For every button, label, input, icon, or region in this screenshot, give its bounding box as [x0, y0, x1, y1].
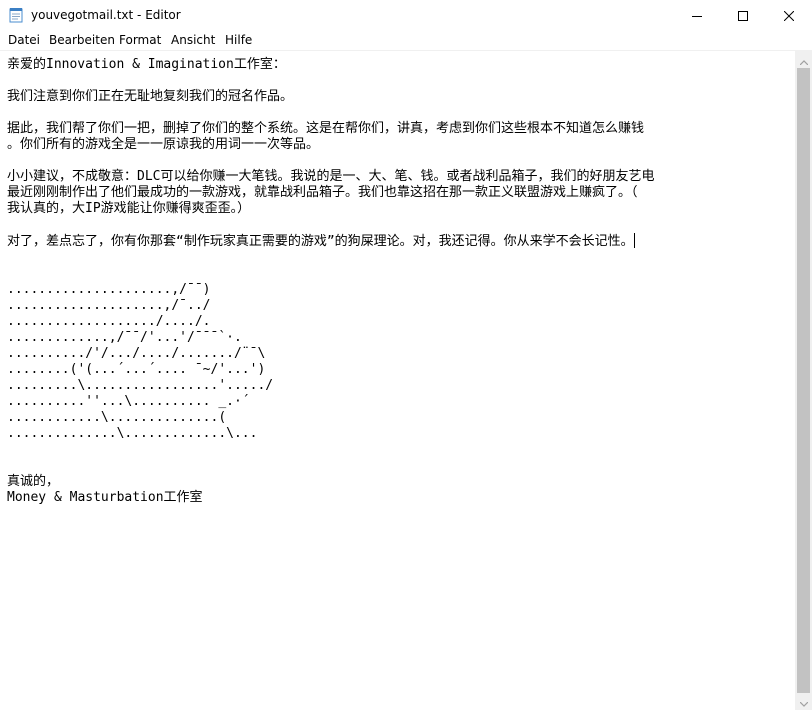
text-editor-area[interactable]: 亲爱的Innovation & Imagination工作室： 我们注意到你们正… — [0, 51, 795, 710]
text-line: 。你们所有的游戏全是一一原谅我的用词一一次等品。 — [7, 137, 320, 152]
text-line: 亲爱的Innovation & Imagination工作室： — [7, 57, 286, 72]
ascii-art-line: .............,/¯¯/'...'/¯¯¯`·. — [7, 330, 242, 345]
chevron-up-icon — [799, 50, 808, 69]
scroll-up-button[interactable] — [795, 51, 812, 68]
ascii-art-line: ....................,/¯../ — [7, 298, 211, 313]
menu-hilfe[interactable]: Hilfe — [225, 33, 252, 48]
text-line: 真诚的， — [7, 474, 60, 489]
title-bar[interactable]: youvegotmail.txt - Editor — [0, 0, 812, 31]
chevron-down-icon — [799, 692, 808, 711]
vertical-scrollbar[interactable] — [795, 51, 812, 710]
ascii-art-line: ............\..............( — [7, 410, 227, 425]
maximize-icon — [738, 6, 748, 25]
ascii-art-line: ..............\.............\... — [7, 426, 258, 441]
text-line: 据此，我们帮了你们一把，删掉了你们的整个系统。这是在帮你们，讲真，考虑到你们这些… — [7, 121, 645, 136]
menu-ansicht[interactable]: Ansicht — [171, 33, 215, 48]
window-title: youvegotmail.txt - Editor — [31, 8, 181, 22]
ascii-art-line: .........\.................'...../ — [7, 378, 274, 393]
notepad-window: youvegotmail.txt - Editor Datei Bearbeit… — [0, 0, 812, 710]
text-line: 我认真的，大IP游戏能让你赚得爽歪歪。） — [7, 201, 251, 216]
notepad-icon — [9, 7, 23, 23]
text-line: Money & Masturbation工作室 — [7, 490, 203, 505]
text-line: 对了，差点忘了，你有你那套“制作玩家真正需要的游戏”的狗屎理论。对，我还记得。你… — [7, 234, 634, 249]
ascii-art-line: ........../'/.../..../......./¨¯\ — [7, 346, 266, 361]
minimize-icon — [692, 6, 702, 25]
minimize-button[interactable] — [674, 0, 720, 31]
close-button[interactable] — [766, 0, 812, 31]
text-line: 我们注意到你们正在无耻地复刻我们的冠名作品。 — [7, 89, 294, 104]
text-line: 小小建议，不成敬意：DLC可以给你赚一大笔钱。我说的是一、大、笔、钱。或者战利品… — [7, 169, 655, 184]
menu-bar: Datei Bearbeiten Format Ansicht Hilfe — [0, 31, 812, 50]
text-caret — [633, 233, 635, 248]
menu-datei[interactable]: Datei — [8, 33, 40, 48]
maximize-button[interactable] — [720, 0, 766, 31]
scrollbar-thumb[interactable] — [797, 68, 810, 693]
close-icon — [783, 6, 795, 25]
ascii-art-line: .................../..../. — [7, 314, 211, 329]
ascii-art-line: ........('(...´...´.... ¯~/'...') — [7, 362, 266, 377]
menu-bearbeiten[interactable]: Bearbeiten — [49, 33, 115, 48]
text-line: 最近刚刚制作出了他们最成功的一款游戏，就靠战利品箱子。我们也靠这招在那一款正义联… — [7, 185, 638, 200]
ascii-art-line: .....................,/¯¯) — [7, 282, 211, 297]
ascii-art-line: ..........''...\.......... _.·´ — [7, 394, 250, 409]
document-text[interactable]: 亲爱的Innovation & Imagination工作室： 我们注意到你们正… — [7, 57, 654, 506]
menu-format[interactable]: Format — [119, 33, 161, 48]
scroll-down-button[interactable] — [795, 693, 812, 710]
